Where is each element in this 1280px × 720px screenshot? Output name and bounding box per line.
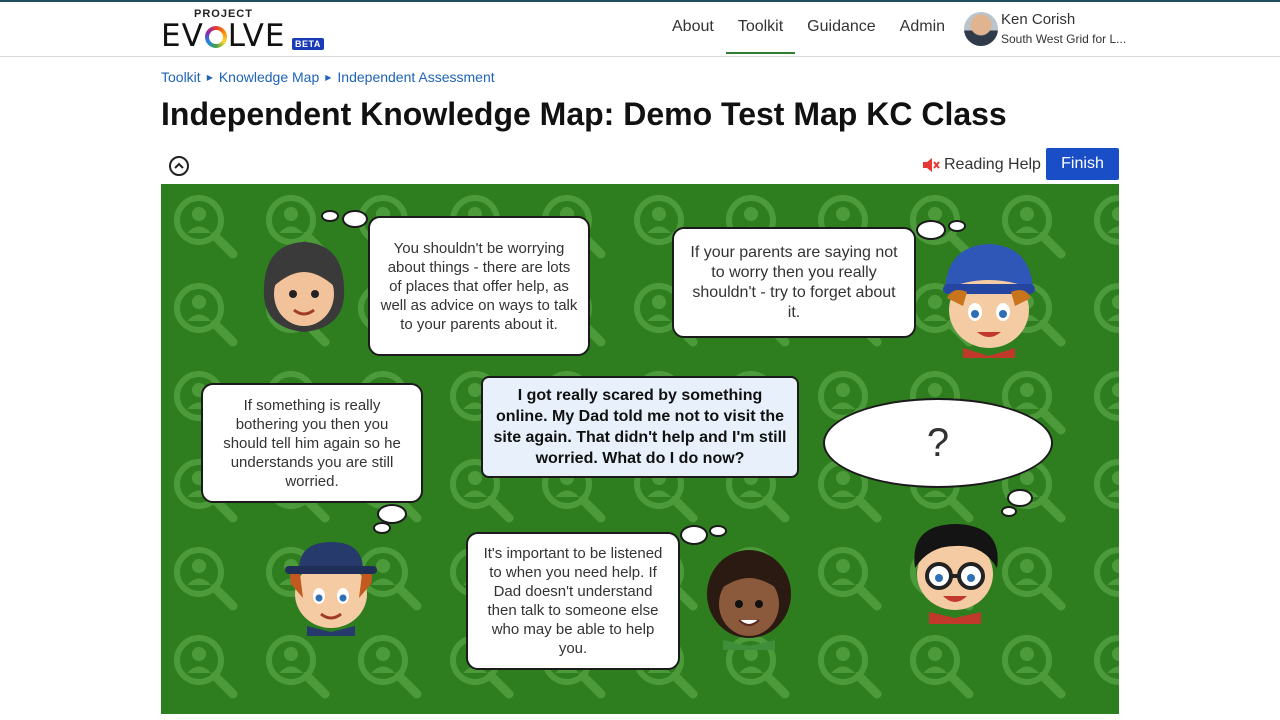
breadcrumb-knowledge-map[interactable]: Knowledge Map bbox=[219, 69, 319, 85]
thought-dot bbox=[948, 220, 966, 232]
thought-dot bbox=[680, 525, 708, 545]
thought-dot bbox=[377, 504, 407, 524]
avatar bbox=[964, 12, 998, 46]
knowledge-map-stage: You shouldn't be worrying about things -… bbox=[161, 184, 1119, 714]
thought-dot bbox=[373, 522, 391, 534]
thought-dot bbox=[1007, 489, 1033, 507]
answer-bubble-3[interactable]: If something is really bothering you the… bbox=[201, 383, 423, 503]
finish-button[interactable]: Finish bbox=[1046, 148, 1119, 180]
breadcrumb-toolkit[interactable]: Toolkit bbox=[161, 69, 201, 85]
thought-dot bbox=[916, 220, 946, 240]
breadcrumb-separator-icon: ▶ bbox=[325, 72, 332, 82]
thought-dot bbox=[1001, 506, 1017, 517]
main-nav: About Toolkit Guidance Admin bbox=[660, 2, 957, 56]
reading-help-toggle[interactable]: Reading Help bbox=[922, 156, 1041, 174]
reading-help-label: Reading Help bbox=[944, 156, 1041, 173]
logo-evolve-text: EV LVE bbox=[161, 18, 286, 54]
user-organisation: South West Grid for L... bbox=[1001, 32, 1127, 46]
rainbow-o-icon bbox=[205, 26, 227, 48]
beta-badge: BETA bbox=[292, 38, 324, 50]
nav-guidance[interactable]: Guidance bbox=[795, 2, 888, 54]
thought-dot bbox=[321, 210, 339, 222]
site-header: PROJECT EV LVE BETA About Toolkit Guidanc… bbox=[0, 2, 1280, 57]
answer-drop-oval[interactable]: ? bbox=[823, 398, 1053, 488]
answer-bubble-4[interactable]: It's important to be listened to when yo… bbox=[466, 532, 680, 670]
answer-bubble-1[interactable]: You shouldn't be worrying about things -… bbox=[368, 216, 590, 356]
user-menu[interactable]: Ken Corish South West Grid for L... bbox=[964, 10, 1134, 50]
answer-placeholder: ? bbox=[926, 420, 950, 465]
breadcrumb-independent-assessment[interactable]: Independent Assessment bbox=[337, 69, 494, 85]
character-dark-hat-boy bbox=[285, 542, 377, 636]
thought-dot bbox=[709, 525, 727, 537]
character-curly-hair-girl bbox=[707, 550, 791, 650]
collapse-chevron-up-icon[interactable] bbox=[169, 156, 189, 176]
answer-bubble-2[interactable]: If your parents are saying not to worry … bbox=[672, 227, 916, 338]
speaker-muted-icon bbox=[923, 158, 940, 172]
user-name: Ken Corish bbox=[1001, 11, 1076, 28]
thought-dot bbox=[342, 210, 368, 228]
nav-admin[interactable]: Admin bbox=[888, 2, 957, 54]
breadcrumb-separator-icon: ▶ bbox=[206, 72, 213, 82]
nav-toolkit[interactable]: Toolkit bbox=[725, 2, 796, 54]
project-evolve-logo[interactable]: PROJECT EV LVE BETA bbox=[161, 8, 331, 54]
character-glasses-boy bbox=[914, 524, 998, 624]
nav-about[interactable]: About bbox=[660, 2, 726, 54]
character-blue-hat-boy bbox=[943, 244, 1035, 358]
breadcrumb: Toolkit ▶ Knowledge Map ▶ Independent As… bbox=[161, 69, 495, 85]
question-bubble: I got really scared by something online.… bbox=[481, 376, 799, 478]
page-title: Independent Knowledge Map: Demo Test Map… bbox=[161, 96, 1007, 132]
character-hijab-girl bbox=[263, 242, 345, 332]
